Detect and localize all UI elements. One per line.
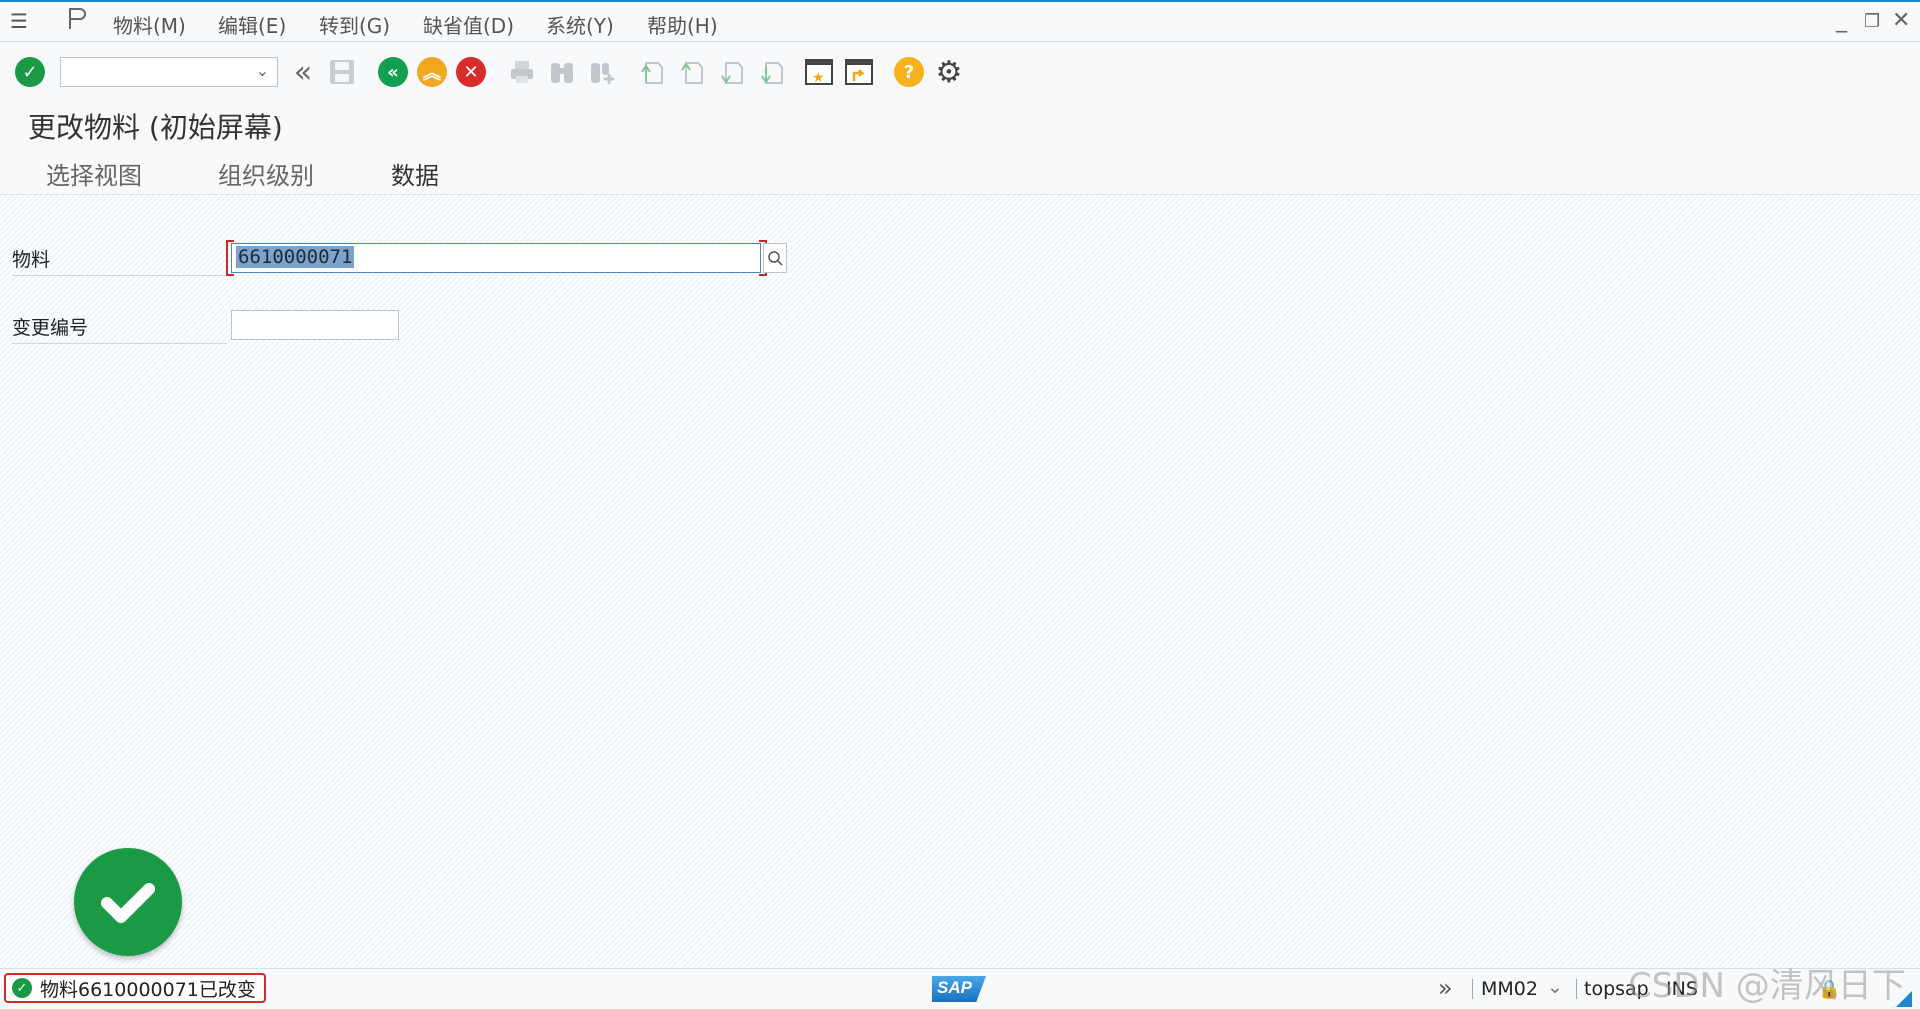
menu-defaults[interactable]: 缺省值(D) bbox=[423, 10, 514, 39]
exit-icon[interactable]: ︽ bbox=[416, 56, 448, 88]
generate-shortcut-icon[interactable] bbox=[843, 56, 875, 88]
minimize-icon[interactable]: _ bbox=[1836, 8, 1847, 33]
success-check-icon bbox=[74, 848, 182, 956]
menu-toggle-icon[interactable]: ☰ bbox=[10, 9, 28, 33]
page-title: 更改物料 (初始屏幕) bbox=[28, 111, 283, 144]
close-icon[interactable]: ✕ bbox=[1892, 8, 1910, 33]
create-session-icon[interactable]: ★ bbox=[803, 56, 835, 88]
enter-check-icon[interactable]: ✓ bbox=[14, 56, 46, 88]
separator bbox=[1576, 979, 1577, 999]
chevron-down-icon[interactable]: ⌄ bbox=[1547, 976, 1563, 998]
status-message-text: 物料6610000071已改变 bbox=[40, 978, 256, 1001]
change-number-label: 变更编号 bbox=[12, 313, 227, 344]
standard-toolbar: ✓ ⌄ « « ︽ ✕ ★ ? ⚙ bbox=[0, 42, 1920, 101]
menu-help[interactable]: 帮助(H) bbox=[647, 10, 718, 39]
select-views-button[interactable]: 选择视图 bbox=[46, 156, 142, 191]
organizational-levels-button[interactable]: 组织级别 bbox=[218, 156, 314, 191]
svg-text:★: ★ bbox=[812, 70, 825, 86]
status-message[interactable]: ✓ 物料6610000071已改变 bbox=[4, 973, 266, 1003]
save-icon[interactable] bbox=[326, 56, 358, 88]
menu-edit[interactable]: 编辑(E) bbox=[218, 10, 286, 39]
collapse-double-chevron-icon[interactable]: « bbox=[287, 55, 319, 90]
material-label: 物料 bbox=[12, 245, 227, 276]
last-page-icon[interactable] bbox=[756, 56, 788, 88]
transaction-code: MM02 bbox=[1481, 978, 1538, 1000]
watermark: CSDN @清风日下 bbox=[1628, 966, 1906, 1006]
find-icon[interactable] bbox=[546, 56, 578, 88]
previous-page-icon[interactable] bbox=[676, 56, 708, 88]
chevron-down-icon[interactable]: ⌄ bbox=[256, 61, 269, 80]
help-icon[interactable]: ? bbox=[893, 56, 925, 88]
first-page-icon[interactable] bbox=[636, 56, 668, 88]
cancel-icon[interactable]: ✕ bbox=[455, 56, 487, 88]
menu-system[interactable]: 系统(Y) bbox=[546, 10, 614, 39]
value-help-button[interactable] bbox=[763, 243, 787, 273]
customize-layout-icon[interactable]: ⚙ bbox=[933, 55, 965, 90]
expand-status-icon[interactable]: » bbox=[1438, 974, 1453, 1002]
change-number-input[interactable] bbox=[231, 310, 399, 340]
sap-logo-text: SAP bbox=[937, 978, 972, 997]
menu-material[interactable]: 物料(M) bbox=[113, 10, 186, 39]
command-field[interactable]: ⌄ bbox=[60, 57, 278, 87]
next-page-icon[interactable] bbox=[716, 56, 748, 88]
separator bbox=[1472, 979, 1473, 999]
find-next-icon[interactable] bbox=[586, 56, 618, 88]
print-icon[interactable] bbox=[506, 56, 538, 88]
sap-gui-options-icon[interactable] bbox=[66, 7, 88, 35]
title-bar: 更改物料 (初始屏幕) bbox=[0, 100, 1920, 149]
menu-bar: ☰ 物料(M) 编辑(E) 转到(G) 缺省值(D) 系统(Y) 帮助(H) _… bbox=[0, 0, 1920, 42]
material-input-value: 6610000071 bbox=[236, 246, 355, 268]
back-icon[interactable]: « bbox=[377, 56, 409, 88]
search-icon bbox=[768, 251, 783, 266]
application-toolbar: 选择视图 组织级别 数据 bbox=[0, 148, 1920, 195]
material-input[interactable]: 6610000071 bbox=[231, 243, 761, 273]
restore-icon[interactable]: ❐ bbox=[1864, 11, 1880, 32]
sap-logo: SAP bbox=[932, 976, 986, 1002]
data-button[interactable]: 数据 bbox=[391, 156, 439, 191]
menu-goto[interactable]: 转到(G) bbox=[319, 10, 390, 39]
success-icon: ✓ bbox=[12, 978, 32, 998]
